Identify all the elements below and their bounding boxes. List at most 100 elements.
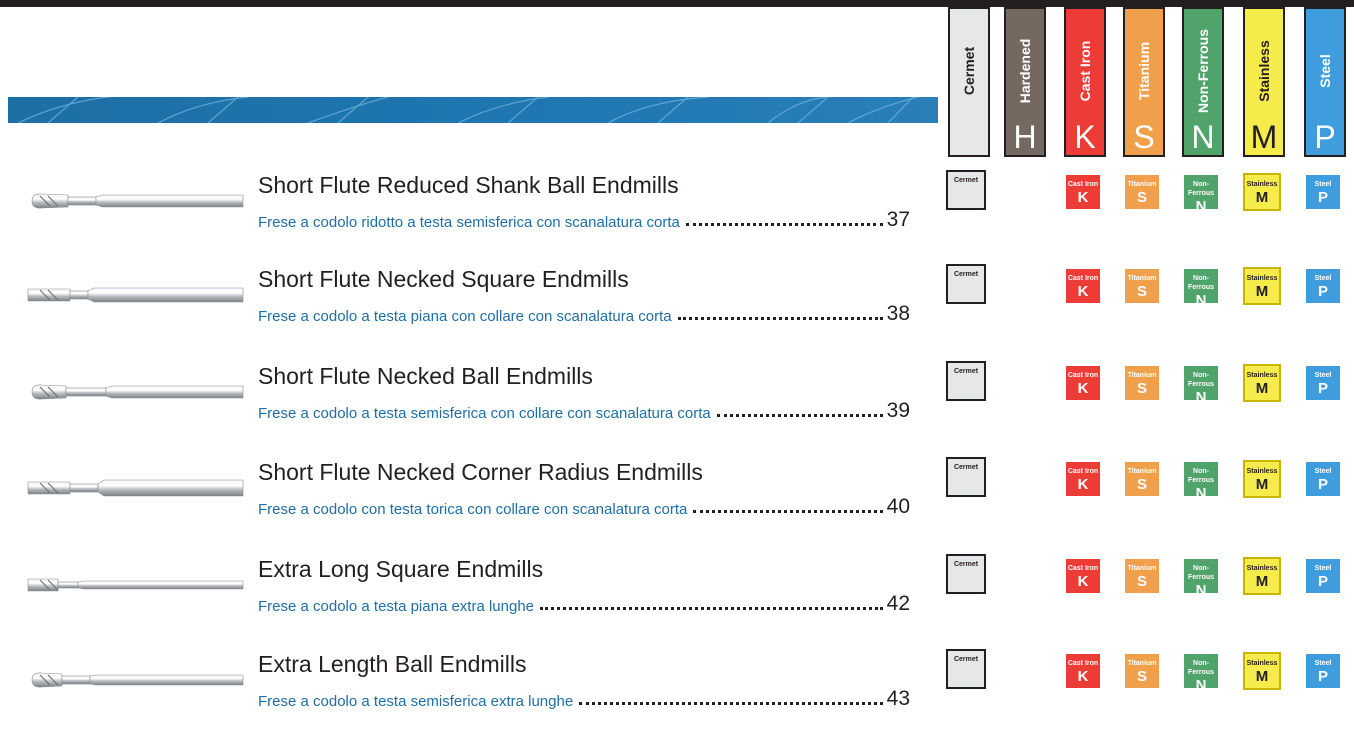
- badge-label: Titanium: [1127, 181, 1157, 188]
- badge-letter: N: [1195, 292, 1207, 309]
- badge-non-ferrous: Non-Ferrous N: [1182, 460, 1220, 502]
- badge-stainless: Stainless M: [1243, 652, 1281, 690]
- header-label-hardened: Hardened: [1017, 38, 1033, 104]
- product-row[interactable]: Short Flute Necked Corner Radius Endmill…: [0, 457, 1354, 549]
- badge-non-ferrous: Non-Ferrous N: [1182, 652, 1220, 694]
- badge-stainless: Stainless M: [1243, 557, 1281, 595]
- badge-label: Non-Ferrous: [1187, 181, 1215, 197]
- badge-label: Titanium: [1127, 468, 1157, 475]
- badge-letter: M: [1255, 668, 1269, 685]
- endmill-tool-image: [18, 186, 248, 221]
- badge-label: Cast Iron: [1067, 565, 1099, 572]
- dot-leader: [693, 509, 883, 513]
- badge-label: Cast Iron: [1067, 275, 1099, 282]
- badge-label: Steel: [1314, 565, 1332, 572]
- page-number[interactable]: 42: [887, 593, 910, 615]
- badge-letter: N: [1195, 582, 1207, 599]
- badge-letter: S: [1136, 573, 1147, 590]
- badge-letter: N: [1195, 198, 1207, 215]
- badge-letter: M: [1255, 189, 1269, 206]
- header-column-titanium: Titanium S: [1123, 7, 1165, 157]
- product-row[interactable]: Short Flute Reduced Shank Ball Endmills F…: [0, 170, 1354, 262]
- badge-stainless: Stainless M: [1243, 364, 1281, 402]
- badge-label: Cermet: [953, 271, 979, 278]
- header-label-cast-iron: Cast Iron: [1077, 40, 1093, 102]
- header-letter-cast-iron: K: [1074, 119, 1096, 155]
- page-number[interactable]: 40: [887, 496, 910, 518]
- product-subtitle[interactable]: Frese a codolo a testa semisferica con c…: [258, 405, 711, 422]
- header-letter-hardened: H: [1013, 119, 1037, 155]
- badge-label: Steel: [1314, 275, 1332, 282]
- page-number[interactable]: 37: [887, 209, 910, 231]
- badge-letter: N: [1195, 677, 1207, 694]
- badge-steel: Steel P: [1304, 267, 1342, 305]
- badge-letter: P: [1317, 380, 1328, 397]
- badge-letter: P: [1317, 476, 1328, 493]
- badge-non-ferrous: Non-Ferrous N: [1182, 364, 1220, 406]
- badge-cast-iron: Cast Iron K: [1064, 557, 1102, 595]
- product-row[interactable]: Short Flute Necked Square Endmills Frese …: [0, 264, 1354, 356]
- badge-titanium: Titanium S: [1123, 557, 1161, 595]
- badge-stainless: Stainless M: [1243, 267, 1281, 305]
- badge-label: Cast Iron: [1067, 181, 1099, 188]
- badge-steel: Steel P: [1304, 460, 1342, 498]
- badge-letter: P: [1317, 283, 1328, 300]
- product-subtitle[interactable]: Frese a codolo a testa piana con collare…: [258, 308, 672, 325]
- header-letter-non-ferrous: N: [1191, 119, 1215, 155]
- badge-label: Cast Iron: [1067, 660, 1099, 667]
- badge-label: Steel: [1314, 372, 1332, 379]
- dot-leader: [677, 316, 883, 320]
- badge-label: Stainless: [1246, 181, 1278, 188]
- header-column-cast-iron: Cast Iron K: [1064, 7, 1106, 157]
- badge-label: Non-Ferrous: [1187, 468, 1215, 484]
- badge-titanium: Titanium S: [1123, 652, 1161, 690]
- page-number[interactable]: 39: [887, 400, 910, 422]
- product-subtitle[interactable]: Frese a codolo con testa torica con coll…: [258, 501, 687, 518]
- badge-titanium: Titanium S: [1123, 364, 1161, 402]
- product-row[interactable]: Extra Length Ball Endmills Frese a codolo…: [0, 649, 1354, 741]
- badge-cermet: Cermet: [946, 554, 986, 594]
- product-subtitle[interactable]: Frese a codolo a testa piana extra lungh…: [258, 598, 534, 615]
- badge-letter: M: [1255, 380, 1269, 397]
- page-number[interactable]: 43: [887, 688, 910, 710]
- product-title[interactable]: Extra Long Square Endmills: [258, 556, 543, 583]
- product-subtitle[interactable]: Frese a codolo ridotto a testa semisferi…: [258, 214, 680, 231]
- endmill-tool-image: [18, 570, 248, 605]
- endmill-tool-image: [18, 377, 248, 412]
- product-subtitle-line: Frese a codolo ridotto a testa semisferi…: [258, 203, 910, 232]
- product-title[interactable]: Short Flute Necked Corner Radius Endmill…: [258, 459, 703, 486]
- badge-label: Cast Iron: [1067, 468, 1099, 475]
- badge-label: Cermet: [953, 464, 979, 471]
- header-column-cermet: Cermet: [948, 7, 990, 157]
- badge-letter: K: [1077, 380, 1089, 397]
- product-subtitle[interactable]: Frese a codolo a testa semisferica extra…: [258, 693, 573, 710]
- product-title[interactable]: Short Flute Necked Square Endmills: [258, 266, 629, 293]
- badge-cast-iron: Cast Iron K: [1064, 460, 1102, 498]
- badge-cast-iron: Cast Iron K: [1064, 364, 1102, 402]
- product-title[interactable]: Short Flute Necked Ball Endmills: [258, 363, 593, 390]
- badge-steel: Steel P: [1304, 557, 1342, 595]
- product-subtitle-line: Frese a codolo a testa piana extra lungh…: [258, 587, 910, 616]
- badge-titanium: Titanium S: [1123, 267, 1161, 305]
- product-row[interactable]: Extra Long Square Endmills Frese a codolo…: [0, 554, 1354, 646]
- badge-stainless: Stainless M: [1243, 173, 1281, 211]
- badge-label: Cermet: [953, 368, 979, 375]
- badge-label: Titanium: [1127, 372, 1157, 379]
- badge-steel: Steel P: [1304, 652, 1342, 690]
- badge-label: Non-Ferrous: [1187, 660, 1215, 676]
- badge-label: Non-Ferrous: [1187, 565, 1215, 581]
- header-label-stainless: Stainless: [1256, 40, 1272, 102]
- top-border: [0, 0, 1354, 7]
- badge-label: Cermet: [953, 561, 979, 568]
- page-number[interactable]: 38: [887, 303, 910, 325]
- badge-letter: K: [1077, 476, 1089, 493]
- product-title[interactable]: Short Flute Reduced Shank Ball Endmills: [258, 172, 679, 199]
- header-column-steel: Steel P: [1304, 7, 1346, 157]
- badge-letter: K: [1077, 668, 1089, 685]
- header-label-titanium: Titanium: [1136, 41, 1152, 101]
- badge-label: Titanium: [1127, 660, 1157, 667]
- dot-leader: [685, 222, 883, 226]
- product-row[interactable]: Short Flute Necked Ball Endmills Frese a …: [0, 361, 1354, 453]
- badge-cermet: Cermet: [946, 264, 986, 304]
- product-title[interactable]: Extra Length Ball Endmills: [258, 651, 526, 678]
